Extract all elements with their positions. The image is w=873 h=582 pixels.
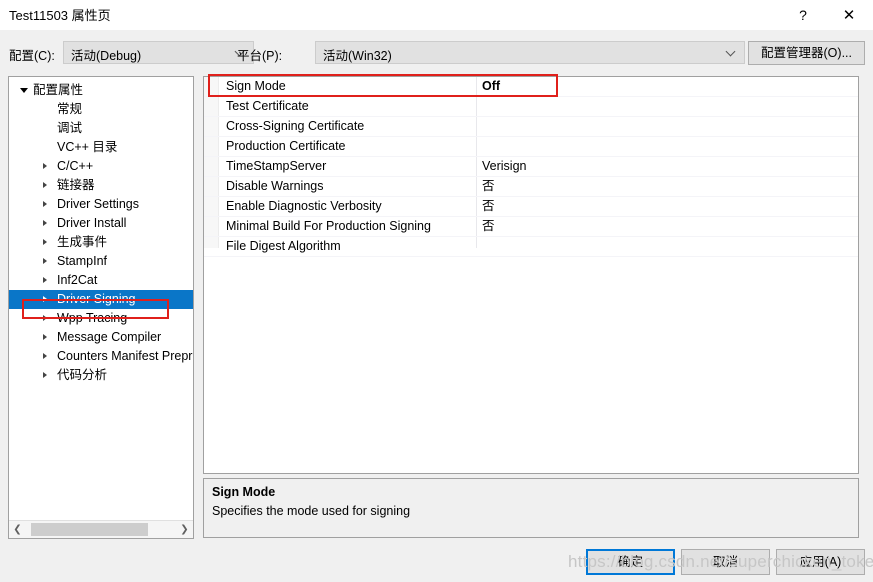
sidebar-item-label: Inf2Cat — [57, 273, 98, 287]
close-button[interactable]: ✕ — [826, 0, 872, 30]
sidebar-item-wpp-tracing[interactable]: Wpp Tracing — [9, 309, 193, 328]
sidebar-item-[interactable]: 生成事件 — [9, 233, 193, 252]
question-mark-icon: ? — [799, 7, 807, 23]
property-row[interactable]: Disable Warnings 否 — [204, 177, 858, 197]
title-bar: Test11503 属性页 ? ✕ — [0, 0, 873, 30]
description-title: Sign Mode — [212, 485, 276, 499]
apply-button[interactable]: 应用(A) — [776, 549, 865, 575]
property-row[interactable]: File Digest Algorithm — [204, 237, 858, 257]
property-value[interactable]: Off — [482, 77, 500, 96]
configuration-dropdown[interactable]: 活动(Debug) — [63, 41, 254, 64]
scroll-right-icon[interactable]: ❯ — [176, 521, 193, 538]
chevron-right-icon[interactable] — [43, 239, 47, 245]
sidebar-item-label: 调试 — [57, 121, 83, 135]
sidebar-item-label: 配置属性 — [33, 83, 84, 97]
scroll-left-icon[interactable]: ❮ — [9, 521, 26, 538]
sidebar-item-counters-manifest-prepr[interactable]: Counters Manifest Prepr — [9, 347, 193, 366]
sidebar-item-label: Counters Manifest Prepr — [57, 349, 193, 363]
sidebar-item-label: Message Compiler — [57, 330, 162, 344]
close-icon: ✕ — [842, 6, 856, 24]
sidebar-item-[interactable]: 链接器 — [9, 176, 193, 195]
sidebar-item-message-compiler[interactable]: Message Compiler — [9, 328, 193, 347]
chevron-right-icon[interactable] — [43, 163, 47, 169]
property-row[interactable]: Production Certificate — [204, 137, 858, 157]
property-grid-rows: Sign Mode Off Test Certificate Cross-Signin… — [204, 77, 858, 257]
property-row[interactable]: Cross-Signing Certificate — [204, 117, 858, 137]
chevron-right-icon[interactable] — [43, 258, 47, 264]
sidebar-item-[interactable]: 配置属性 — [9, 81, 193, 100]
description-body: Specifies the mode used for signing — [212, 504, 411, 518]
property-name: Disable Warnings — [226, 179, 324, 193]
property-value[interactable]: 否 — [482, 217, 495, 236]
cancel-button[interactable]: 取消 — [681, 549, 770, 575]
configuration-dropdown-value: 活动(Debug) — [71, 49, 142, 63]
property-name: Sign Mode — [226, 79, 286, 93]
property-row[interactable]: Minimal Build For Production Signing 否 — [204, 217, 858, 237]
sidebar-item-label: Wpp Tracing — [57, 311, 128, 325]
property-name: Minimal Build For Production Signing — [226, 219, 431, 233]
sidebar-item-c-c[interactable]: C/C++ — [9, 157, 193, 176]
property-name: Enable Diagnostic Verbosity — [226, 199, 382, 213]
property-tree-panel: 配置属性常规调试 VC++ 目录 C/C++ 链接器 Driver Settings Dr… — [8, 76, 194, 539]
sidebar-item-label: Driver Settings — [57, 197, 139, 211]
description-panel: Sign Mode Specifies the mode used for si… — [203, 478, 859, 538]
help-button[interactable]: ? — [780, 0, 826, 30]
property-grid-panel: Sign Mode Off Test Certificate Cross-Signin… — [203, 76, 859, 474]
platform-dropdown[interactable]: 活动(Win32) — [315, 41, 745, 64]
ok-button[interactable]: 确定 — [586, 549, 675, 575]
sidebar-item-[interactable]: 代码分析 — [9, 366, 193, 385]
property-row[interactable]: Test Certificate — [204, 97, 858, 117]
chevron-right-icon[interactable] — [43, 334, 47, 340]
chevron-right-icon[interactable] — [43, 220, 47, 226]
sidebar-item-label: StampInf — [57, 254, 108, 268]
sidebar-item-driver-signing[interactable]: Driver Signing — [9, 290, 193, 309]
sidebar-item-label: C/C++ — [57, 159, 94, 173]
property-name: TimeStampServer — [226, 159, 327, 173]
sidebar-item-label: 常规 — [57, 102, 83, 116]
chevron-right-icon[interactable] — [43, 277, 47, 283]
sidebar-item-driver-install[interactable]: Driver Install — [9, 214, 193, 233]
chevron-right-icon[interactable] — [43, 201, 47, 207]
property-value[interactable]: 否 — [482, 177, 495, 196]
chevron-right-icon[interactable] — [43, 182, 47, 188]
chevron-right-icon[interactable] — [43, 315, 47, 321]
chevron-down-icon — [727, 48, 736, 57]
sidebar-item-label: Driver Signing — [57, 292, 136, 306]
property-name: Production Certificate — [226, 139, 346, 153]
property-name: Cross-Signing Certificate — [226, 119, 365, 133]
sidebar-item-label: 代码分析 — [57, 368, 108, 382]
property-row[interactable]: TimeStampServer Verisign — [204, 157, 858, 177]
chevron-down-icon[interactable] — [20, 88, 28, 93]
sidebar-item-label: VC++ 目录 — [57, 140, 118, 154]
property-tree-list: 配置属性常规调试 VC++ 目录 C/C++ 链接器 Driver Settings Dr… — [9, 81, 193, 385]
property-row[interactable]: Sign Mode Off — [204, 77, 858, 97]
sidebar-item-vc[interactable]: VC++ 目录 — [9, 138, 193, 157]
property-name: File Digest Algorithm — [226, 239, 341, 253]
chevron-right-icon[interactable] — [43, 296, 47, 302]
property-name: Test Certificate — [226, 99, 309, 113]
sidebar-item-driver-settings[interactable]: Driver Settings — [9, 195, 193, 214]
tree-horizontal-scrollbar[interactable]: ❮ ❯ — [9, 520, 193, 538]
chevron-right-icon[interactable] — [43, 372, 47, 378]
scrollbar-thumb[interactable] — [31, 523, 148, 536]
sidebar-item-label: 链接器 — [57, 178, 95, 192]
sidebar-item-[interactable]: 常规 — [9, 100, 193, 119]
property-row[interactable]: Enable Diagnostic Verbosity 否 — [204, 197, 858, 217]
sidebar-item-label: Driver Install — [57, 216, 127, 230]
configuration-label: 配置(C): — [9, 49, 55, 63]
platform-label: 平台(P): — [237, 49, 283, 63]
window-title: Test11503 属性页 — [9, 8, 111, 23]
sidebar-item-[interactable]: 调试 — [9, 119, 193, 138]
sidebar-item-inf2cat[interactable]: Inf2Cat — [9, 271, 193, 290]
property-value[interactable]: 否 — [482, 197, 495, 216]
configuration-manager-button[interactable]: 配置管理器(O)... — [748, 41, 865, 65]
property-value[interactable]: Verisign — [482, 157, 526, 176]
platform-dropdown-value: 活动(Win32) — [323, 49, 392, 63]
sidebar-item-stampinf[interactable]: StampInf — [9, 252, 193, 271]
chevron-right-icon[interactable] — [43, 353, 47, 359]
sidebar-item-label: 生成事件 — [57, 235, 108, 249]
